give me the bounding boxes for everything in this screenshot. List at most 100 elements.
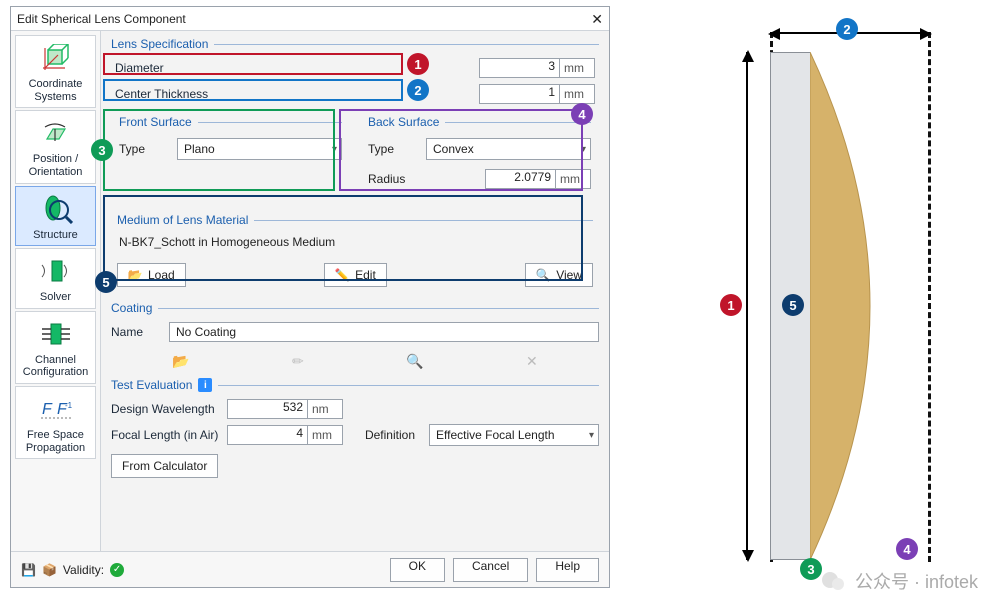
folder-open-icon: 📂 [128, 268, 142, 282]
lens-convex-section [810, 52, 930, 560]
propagation-icon: FF-1 [37, 393, 75, 425]
thickness-unit: mm [559, 84, 595, 104]
group-front-surface: Front Surface Type Plano ▾ [111, 111, 350, 203]
validity-ok-icon: ✓ [110, 563, 124, 577]
coating-clear-icon[interactable]: ✕ [526, 353, 538, 370]
sidebar-item-label: Coordinate Systems [29, 78, 83, 103]
package-icon[interactable]: 📦 [42, 563, 57, 577]
test-header: Test Evaluation [111, 378, 192, 392]
button-label: Cancel [472, 559, 509, 573]
sidebar-item-label: Channel Configuration [23, 354, 88, 379]
solver-icon [37, 255, 75, 287]
info-icon[interactable]: i [198, 378, 212, 392]
back-radius-unit: mm [555, 169, 591, 189]
axes-cube-icon [37, 42, 75, 74]
front-type-dropdown[interactable]: Plano ▾ [177, 138, 342, 160]
sidebar-item-free-space-propagation[interactable]: FF-1 Free Space Propagation [15, 386, 96, 459]
structure-lens-icon [37, 193, 75, 225]
dimension-thickness-arrow [770, 32, 930, 34]
diagram-badge-3: 3 [800, 558, 822, 580]
focal-value[interactable]: 4 [227, 425, 307, 445]
focal-label: Focal Length (in Air) [111, 428, 219, 442]
back-type-label: Type [368, 142, 418, 156]
lens-flat-section [770, 52, 810, 560]
magnifier-icon: 🔍 [536, 268, 550, 282]
group-back-surface: Back Surface Type Convex ▾ Radius 2.0779… [360, 111, 599, 203]
wavelength-label: Design Wavelength [111, 402, 219, 416]
diagram-badge-1: 1 [720, 294, 742, 316]
sidebar-item-label: Free Space Propagation [26, 429, 85, 454]
sidebar-item-label: Position / Orientation [29, 153, 83, 178]
orientation-icon [37, 117, 75, 149]
ok-button[interactable]: OK [390, 558, 445, 582]
chevron-down-icon: ▾ [589, 430, 594, 441]
cancel-button[interactable]: Cancel [453, 558, 528, 582]
coating-name-input[interactable] [169, 322, 599, 342]
close-icon[interactable]: ✕ [591, 7, 603, 30]
validity-label: Validity: [63, 563, 104, 577]
back-type-dropdown[interactable]: Convex ▾ [426, 138, 591, 160]
material-edit-button[interactable]: ✏️ Edit [324, 263, 387, 287]
sidebar-item-label: Solver [40, 291, 71, 304]
diameter-value[interactable]: 3 [479, 58, 559, 78]
help-button[interactable]: Help [536, 558, 599, 582]
coating-load-icon[interactable]: 📂 [172, 353, 189, 370]
button-label: From Calculator [122, 459, 207, 473]
wavelength-unit: nm [307, 399, 343, 419]
diameter-input[interactable]: 3 mm [479, 58, 595, 78]
dimension-diameter-arrow [746, 52, 748, 560]
thickness-label: Center Thickness [115, 87, 223, 101]
coating-view-icon[interactable]: 🔍 [406, 353, 423, 370]
definition-label: Definition [351, 428, 421, 442]
pencil-icon: ✏️ [335, 268, 349, 282]
chevron-down-icon: ▾ [332, 144, 337, 155]
sidebar: Coordinate Systems Position / Orientatio… [11, 31, 101, 551]
back-radius-input[interactable]: 2.0779 mm [426, 169, 591, 189]
thickness-input[interactable]: 1 mm [479, 84, 595, 104]
coating-name-label: Name [111, 325, 161, 339]
group-test-evaluation: Test Evaluation i Design Wavelength 532 … [111, 378, 599, 478]
thickness-value[interactable]: 1 [479, 84, 559, 104]
focal-unit: mm [307, 425, 343, 445]
button-label: Load [148, 268, 175, 282]
wavelength-value[interactable]: 532 [227, 399, 307, 419]
material-view-button[interactable]: 🔍 View [525, 263, 593, 287]
back-radius-label: Radius [368, 172, 418, 186]
group-coating: Coating Name 📂 ✏ 🔍 ✕ [111, 301, 599, 372]
sidebar-item-coordinate-systems[interactable]: Coordinate Systems [15, 35, 96, 108]
group-header: Lens Specification [111, 37, 208, 51]
chevron-down-icon: ▾ [581, 144, 586, 155]
wechat-icon [821, 570, 847, 592]
sidebar-item-channel-configuration[interactable]: Channel Configuration [15, 311, 96, 384]
main-panel: Lens Specification Diameter 3 mm Center … [101, 31, 609, 551]
back-type-value: Convex [433, 142, 474, 156]
focal-input[interactable]: 4 mm [227, 425, 343, 445]
front-type-label: Type [119, 142, 169, 156]
save-icon[interactable]: 💾 [21, 563, 36, 577]
coating-edit-icon[interactable]: ✏ [292, 353, 304, 370]
button-label: View [556, 268, 582, 282]
material-load-button[interactable]: 📂 Load [117, 263, 186, 287]
titlebar: Edit Spherical Lens Component ✕ [11, 7, 609, 31]
channel-icon [37, 318, 75, 350]
sidebar-item-solver[interactable]: Solver [15, 248, 96, 309]
sidebar-item-position-orientation[interactable]: Position / Orientation [15, 110, 96, 183]
front-type-value: Plano [184, 142, 215, 156]
svg-text:F: F [42, 401, 53, 418]
from-calculator-button[interactable]: From Calculator [111, 454, 218, 478]
back-radius-value[interactable]: 2.0779 [485, 169, 555, 189]
front-header: Front Surface [119, 115, 192, 129]
diameter-label: Diameter [115, 61, 223, 75]
watermark: 公众号 · infotek [821, 568, 978, 594]
group-lens-specification: Lens Specification Diameter 3 mm Center … [111, 37, 599, 105]
dialog-window: Edit Spherical Lens Component ✕ Coordina… [10, 6, 610, 588]
definition-dropdown[interactable]: Effective Focal Length ▾ [429, 424, 599, 446]
sidebar-item-structure[interactable]: Structure [15, 186, 96, 247]
button-label: Edit [355, 268, 376, 282]
wavelength-input[interactable]: 532 nm [227, 399, 343, 419]
definition-value: Effective Focal Length [436, 428, 555, 442]
svg-text:-1: -1 [65, 401, 73, 410]
watermark-text: 公众号 · infotek [855, 568, 978, 594]
diagram-badge-2: 2 [836, 18, 858, 40]
button-label: Help [555, 559, 580, 573]
